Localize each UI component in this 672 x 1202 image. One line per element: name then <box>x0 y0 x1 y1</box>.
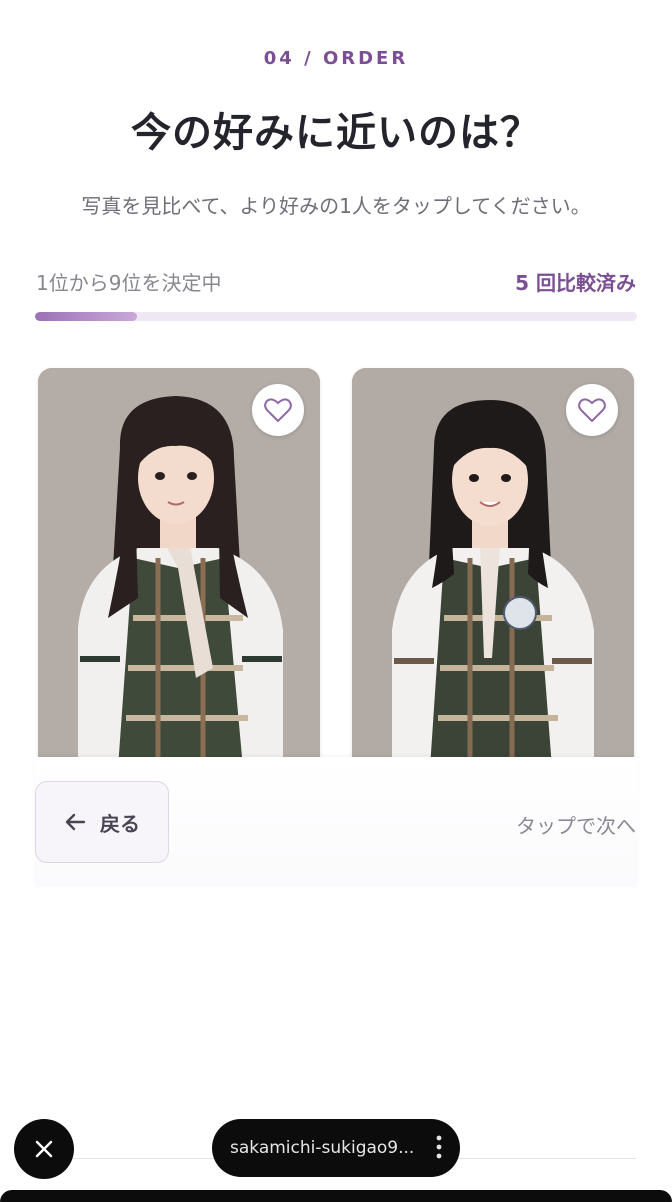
heart-outline-icon <box>264 398 292 423</box>
candidate-card-right[interactable] <box>352 368 634 768</box>
tap-next-hint: タップで次へ <box>516 814 636 838</box>
bottom-bar <box>0 1190 672 1202</box>
favorite-button-right[interactable] <box>566 384 618 436</box>
arrow-left-icon <box>65 813 86 831</box>
progress-label: 1位から9位を決定中 <box>36 271 222 295</box>
back-button[interactable]: 戻る <box>35 781 169 863</box>
candidate-card-left[interactable] <box>38 368 320 768</box>
more-vertical-icon[interactable] <box>436 1135 442 1159</box>
step-indicator: 04 / ORDER <box>263 48 409 69</box>
url-bar[interactable]: sakamichi-sukigao9... <box>212 1119 460 1177</box>
heart-outline-icon <box>578 398 606 423</box>
back-button-label: 戻る <box>100 811 140 836</box>
close-button[interactable] <box>14 1119 74 1179</box>
comparison-count: 5 回比較済み <box>515 271 636 295</box>
page-subtitle: 写真を見比べて、より好みの1人をタップしてください。 <box>81 194 591 218</box>
favorite-button-left[interactable] <box>252 384 304 436</box>
progress-bar-fill <box>35 312 138 321</box>
close-icon <box>35 1140 53 1158</box>
url-text: sakamichi-sukigao9... <box>230 1138 415 1158</box>
progress-bar <box>35 312 637 321</box>
page-title: 今の好みに近いのは？ <box>131 110 541 156</box>
